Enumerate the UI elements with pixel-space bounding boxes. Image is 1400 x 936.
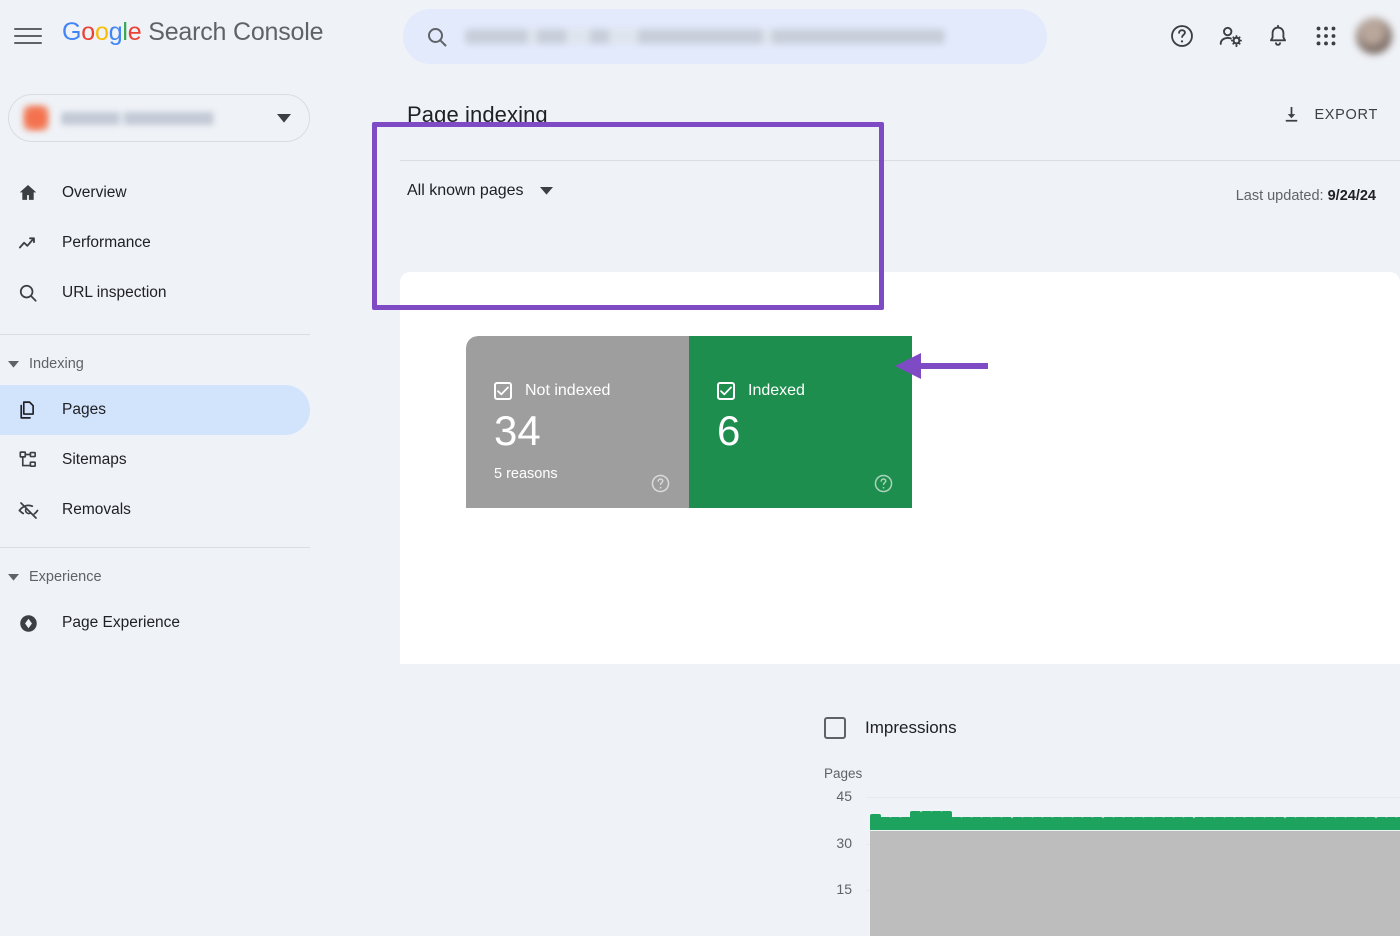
sidebar-item-label: Removals: [62, 501, 131, 518]
card-subtext: 5 reasons: [494, 466, 558, 482]
impressions-checkbox[interactable]: Impressions: [824, 717, 957, 739]
help-circle-icon[interactable]: [873, 473, 894, 494]
sidebar-item-label: Pages: [62, 401, 106, 418]
help-circle-icon[interactable]: [650, 473, 671, 494]
pages-copy-icon: [16, 398, 40, 422]
card-header: Indexed: [717, 382, 805, 400]
search-input[interactable]: [403, 9, 1047, 64]
chevron-down-icon: [277, 113, 291, 123]
app-brand: Google Search Console: [62, 18, 324, 46]
property-favicon: [23, 105, 49, 131]
last-updated: Last updated: 9/24/24: [1236, 188, 1376, 204]
chart-bar-segment-indexed: [1102, 817, 1114, 830]
search-icon: [425, 25, 449, 49]
sitemap-icon: [16, 448, 40, 472]
chart-plot-area[interactable]: [870, 788, 1400, 936]
sidebar: Overview Performance URL inspection Inde…: [0, 72, 338, 664]
sidebar-item-removals[interactable]: Removals: [0, 485, 310, 535]
sidebar-item-url-inspection[interactable]: URL inspection: [0, 268, 310, 318]
checkbox-checked-icon[interactable]: [717, 382, 735, 400]
checkbox-checked-icon[interactable]: [494, 382, 512, 400]
page-experience-icon: [16, 611, 40, 635]
header-divider: [400, 160, 1400, 161]
download-icon: [1281, 104, 1302, 125]
card-value: 34: [494, 407, 541, 454]
sidebar-nav: Overview Performance URL inspection Inde…: [0, 168, 338, 648]
sidebar-group-label: Experience: [29, 569, 102, 585]
export-label: EXPORT: [1314, 106, 1378, 123]
avatar[interactable]: [1356, 18, 1392, 54]
page-title: Page indexing: [407, 102, 548, 127]
page-indexing-chart: Pages 45 30 15: [814, 766, 1400, 936]
main-content: Page indexing EXPORT All known pages Las…: [338, 72, 1400, 936]
chart-y-tick-label: 15: [836, 880, 852, 897]
sidebar-item-page-experience[interactable]: Page Experience: [0, 598, 310, 648]
chart-bar-segment-indexed: [1183, 817, 1195, 830]
card-indexed[interactable]: Indexed 6: [689, 336, 912, 508]
chart-bar-segment-indexed: [1193, 817, 1205, 830]
chart-bar-segment-indexed: [910, 811, 922, 830]
sidebar-divider: [0, 334, 310, 335]
chart-bar-segment-indexed: [1001, 817, 1013, 830]
chart-y-tick-label: 45: [836, 788, 852, 805]
search-icon: [16, 281, 40, 305]
caret-down-icon: [8, 360, 19, 368]
chart-bar-segment-indexed: [920, 811, 932, 830]
index-status-cards: Not indexed 34 5 reasons Indexed 6: [466, 336, 912, 508]
chart-bar-segment-indexed: [1375, 817, 1387, 830]
chart-y-axis-title: Pages: [824, 766, 863, 781]
search-query-redacted: [465, 29, 945, 44]
sidebar-item-performance[interactable]: Performance: [0, 218, 310, 268]
card-not-indexed[interactable]: Not indexed 34 5 reasons: [466, 336, 689, 508]
last-updated-label: Last updated:: [1235, 188, 1328, 204]
hamburger-menu-icon[interactable]: [14, 22, 42, 50]
content-panel: Not indexed 34 5 reasons Indexed 6 Impre…: [400, 272, 1400, 936]
sidebar-item-sitemaps[interactable]: Sitemaps: [0, 435, 310, 485]
caret-down-icon: [8, 573, 19, 581]
sidebar-group-experience[interactable]: Experience: [0, 556, 338, 598]
help-icon[interactable]: [1158, 12, 1206, 60]
sidebar-item-pages[interactable]: Pages: [0, 385, 310, 435]
card-value: 6: [717, 407, 741, 454]
chart-bar-segment-indexed: [1011, 817, 1023, 830]
home-icon: [16, 181, 40, 205]
apps-grid-icon[interactable]: [1302, 12, 1350, 60]
sidebar-item-overview[interactable]: Overview: [0, 168, 310, 218]
chart-bar-segment-indexed: [1092, 817, 1104, 830]
sidebar-item-label: Overview: [62, 184, 127, 201]
user-settings-icon[interactable]: [1206, 12, 1254, 60]
export-button[interactable]: EXPORT: [1281, 104, 1378, 125]
sidebar-item-label: Sitemaps: [62, 451, 127, 468]
chart-bar-segment-indexed: [1284, 817, 1296, 830]
property-selector[interactable]: [8, 94, 310, 142]
chart-bar-segment-not-indexed: [1395, 831, 1400, 936]
sidebar-item-label: Page Experience: [62, 614, 181, 631]
top-bar-actions: [1158, 0, 1392, 72]
sidebar-group-indexing[interactable]: Indexing: [0, 343, 338, 385]
trending-up-icon: [16, 231, 40, 255]
impressions-label: Impressions: [865, 718, 957, 737]
notifications-bell-icon[interactable]: [1254, 12, 1302, 60]
chart-bar-segment-indexed: [1395, 817, 1400, 830]
chart-bar-segment-indexed: [1365, 817, 1377, 830]
card-label: Indexed: [748, 382, 805, 399]
top-app-bar: Google Search Console: [0, 0, 1400, 72]
card-header: Not indexed: [494, 382, 610, 400]
caret-down-icon: [539, 187, 553, 195]
chart-y-tick-label: 30: [836, 834, 852, 851]
card-label: Not indexed: [525, 382, 611, 399]
page-filter-dropdown[interactable]: All known pages: [407, 182, 553, 200]
sidebar-item-label: URL inspection: [62, 284, 167, 301]
checkbox-unchecked-icon[interactable]: [824, 717, 846, 739]
last-updated-value: 9/24/24: [1327, 188, 1376, 204]
brand-suffix: Search Console: [141, 18, 324, 46]
sidebar-group-label: Indexing: [29, 356, 84, 372]
eye-off-icon: [16, 498, 40, 522]
property-name-redacted: [61, 111, 267, 125]
page-filter-label: All known pages: [407, 182, 524, 199]
chart-bar-segment-indexed: [1274, 817, 1286, 830]
sidebar-item-label: Performance: [62, 234, 151, 251]
sidebar-divider: [0, 547, 310, 548]
